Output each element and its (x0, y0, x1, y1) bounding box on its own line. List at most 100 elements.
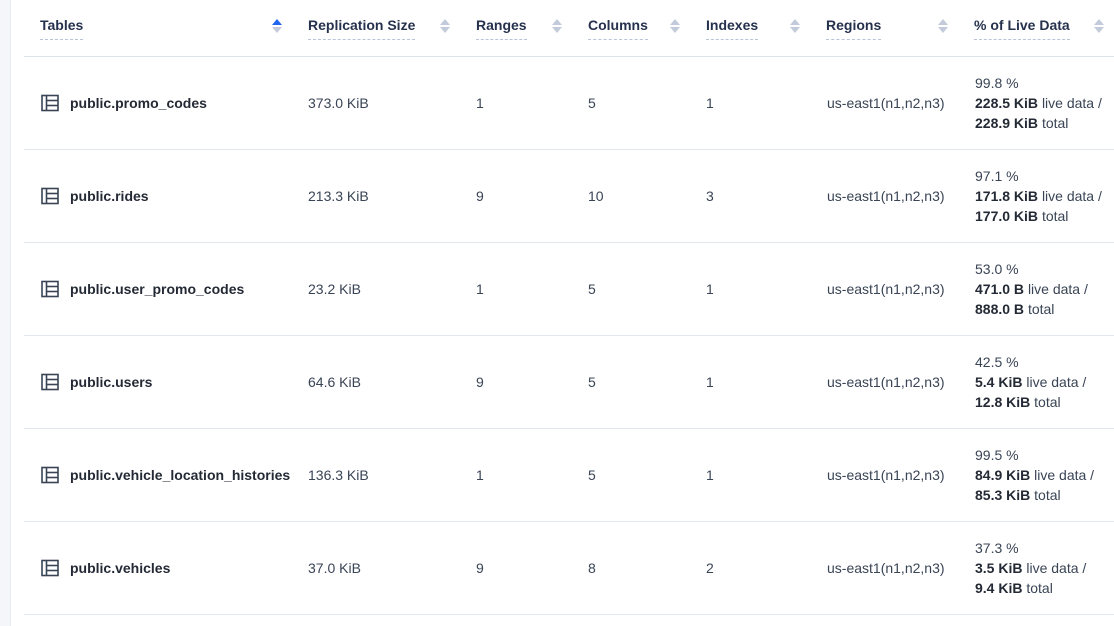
sort-arrows-icon (938, 19, 948, 33)
table-name-link[interactable]: public.vehicle_location_histories (70, 467, 290, 483)
regions-cell: us-east1(n1,n2,n3) (810, 242, 958, 335)
live-data-amount: 171.8 KiB live data / (975, 186, 1104, 206)
columns-cell: 5 (572, 428, 690, 521)
sort-arrows-icon (552, 19, 562, 33)
live-data-percent: 97.1 % (975, 166, 1104, 186)
live-data-amount: 3.5 KiB live data / (975, 558, 1104, 578)
live-data-cell: 42.5 % 5.4 KiB live data / 12.8 KiB tota… (958, 335, 1114, 428)
replication-size-cell: 64.6 KiB (292, 335, 460, 428)
table-name-link[interactable]: public.promo_codes (70, 95, 207, 111)
table-row[interactable]: public.vehicles 37.0 KiB 9 8 2 us-east1(… (24, 521, 1114, 614)
ranges-cell: 1 (460, 428, 572, 521)
column-header-ranges[interactable]: Ranges (460, 0, 572, 56)
column-header-label: Indexes (706, 16, 758, 40)
live-data-percent: 42.5 % (975, 352, 1104, 372)
replication-size-cell: 373.0 KiB (292, 56, 460, 149)
sort-arrows-icon (670, 19, 680, 33)
live-data-percent: 99.5 % (975, 445, 1104, 465)
column-header-columns[interactable]: Columns (572, 0, 690, 56)
live-data-cell: 99.8 % 228.5 KiB live data / 228.9 KiB t… (958, 56, 1114, 149)
table-body: public.promo_codes 373.0 KiB 1 5 1 us-ea… (24, 56, 1114, 614)
table-name-cell: public.user_promo_codes (24, 242, 292, 335)
table-name-cell: public.vehicles (24, 521, 292, 614)
total-data-amount: 85.3 KiB total (975, 485, 1104, 505)
table-name-cell: public.rides (24, 149, 292, 242)
table-grid-icon (40, 372, 60, 392)
column-header-regions[interactable]: Regions (810, 0, 958, 56)
regions-cell: us-east1(n1,n2,n3) (810, 56, 958, 149)
column-header-tables[interactable]: Tables (24, 0, 292, 56)
columns-cell: 10 (572, 149, 690, 242)
table-name-link[interactable]: public.rides (70, 188, 149, 204)
table-row[interactable]: public.user_promo_codes 23.2 KiB 1 5 1 u… (24, 242, 1114, 335)
replication-size-cell: 213.3 KiB (292, 149, 460, 242)
sort-arrows-icon (790, 19, 800, 33)
live-data-cell: 99.5 % 84.9 KiB live data / 85.3 KiB tot… (958, 428, 1114, 521)
column-header-label: Regions (826, 16, 881, 40)
ranges-cell: 1 (460, 242, 572, 335)
indexes-cell: 2 (690, 521, 810, 614)
live-data-amount: 228.5 KiB live data / (975, 93, 1104, 113)
indexes-cell: 3 (690, 149, 810, 242)
column-header-live-data[interactable]: % of Live Data (958, 0, 1114, 56)
table-name-link[interactable]: public.vehicles (70, 560, 170, 576)
column-header-replication-size[interactable]: Replication Size (292, 0, 460, 56)
ranges-cell: 1 (460, 56, 572, 149)
table-header-row: Tables Replication Size Ranges (24, 0, 1114, 56)
table-name-cell: public.promo_codes (24, 56, 292, 149)
total-data-amount: 9.4 KiB total (975, 578, 1104, 598)
table-grid-icon (40, 465, 60, 485)
sort-arrows-icon (1094, 19, 1104, 33)
table-row[interactable]: public.promo_codes 373.0 KiB 1 5 1 us-ea… (24, 56, 1114, 149)
total-data-amount: 228.9 KiB total (975, 113, 1104, 133)
indexes-cell: 1 (690, 56, 810, 149)
live-data-cell: 53.0 % 471.0 B live data / 888.0 B total (958, 242, 1114, 335)
total-data-amount: 888.0 B total (975, 299, 1104, 319)
live-data-amount: 471.0 B live data / (975, 279, 1104, 299)
regions-cell: us-east1(n1,n2,n3) (810, 428, 958, 521)
live-data-cell: 97.1 % 171.8 KiB live data / 177.0 KiB t… (958, 149, 1114, 242)
table-grid-icon (40, 93, 60, 113)
replication-size-cell: 136.3 KiB (292, 428, 460, 521)
live-data-cell: 37.3 % 3.5 KiB live data / 9.4 KiB total (958, 521, 1114, 614)
live-data-percent: 99.8 % (975, 73, 1104, 93)
live-data-amount: 84.9 KiB live data / (975, 465, 1104, 485)
columns-cell: 5 (572, 56, 690, 149)
column-header-label: Ranges (476, 16, 527, 40)
sort-arrows-icon (272, 19, 282, 33)
sort-arrows-icon (440, 19, 450, 33)
live-data-amount: 5.4 KiB live data / (975, 372, 1104, 392)
table-name-link[interactable]: public.users (70, 374, 152, 390)
regions-cell: us-east1(n1,n2,n3) (810, 521, 958, 614)
ranges-cell: 9 (460, 335, 572, 428)
total-data-amount: 177.0 KiB total (975, 206, 1104, 226)
table-row[interactable]: public.vehicle_location_histories 136.3 … (24, 428, 1114, 521)
table-row[interactable]: public.users 64.6 KiB 9 5 1 us-east1(n1,… (24, 335, 1114, 428)
regions-cell: us-east1(n1,n2,n3) (810, 149, 958, 242)
columns-cell: 5 (572, 242, 690, 335)
table-row[interactable]: public.rides 213.3 KiB 9 10 3 us-east1(n… (24, 149, 1114, 242)
tables-table: Tables Replication Size Ranges (24, 0, 1114, 615)
table-name-cell: public.users (24, 335, 292, 428)
table-name-link[interactable]: public.user_promo_codes (70, 281, 244, 297)
regions-cell: us-east1(n1,n2,n3) (810, 335, 958, 428)
replication-size-cell: 23.2 KiB (292, 242, 460, 335)
ranges-cell: 9 (460, 149, 572, 242)
column-header-label: Columns (588, 16, 648, 40)
live-data-percent: 53.0 % (975, 259, 1104, 279)
tables-panel: Tables Replication Size Ranges (10, 0, 1114, 626)
table-grid-icon (40, 558, 60, 578)
table-grid-icon (40, 279, 60, 299)
column-header-label: Replication Size (308, 16, 415, 40)
indexes-cell: 1 (690, 335, 810, 428)
column-header-indexes[interactable]: Indexes (690, 0, 810, 56)
column-header-label: % of Live Data (974, 16, 1070, 40)
table-grid-icon (40, 186, 60, 206)
columns-cell: 5 (572, 335, 690, 428)
ranges-cell: 9 (460, 521, 572, 614)
column-header-label: Tables (40, 16, 83, 40)
indexes-cell: 1 (690, 242, 810, 335)
columns-cell: 8 (572, 521, 690, 614)
indexes-cell: 1 (690, 428, 810, 521)
replication-size-cell: 37.0 KiB (292, 521, 460, 614)
